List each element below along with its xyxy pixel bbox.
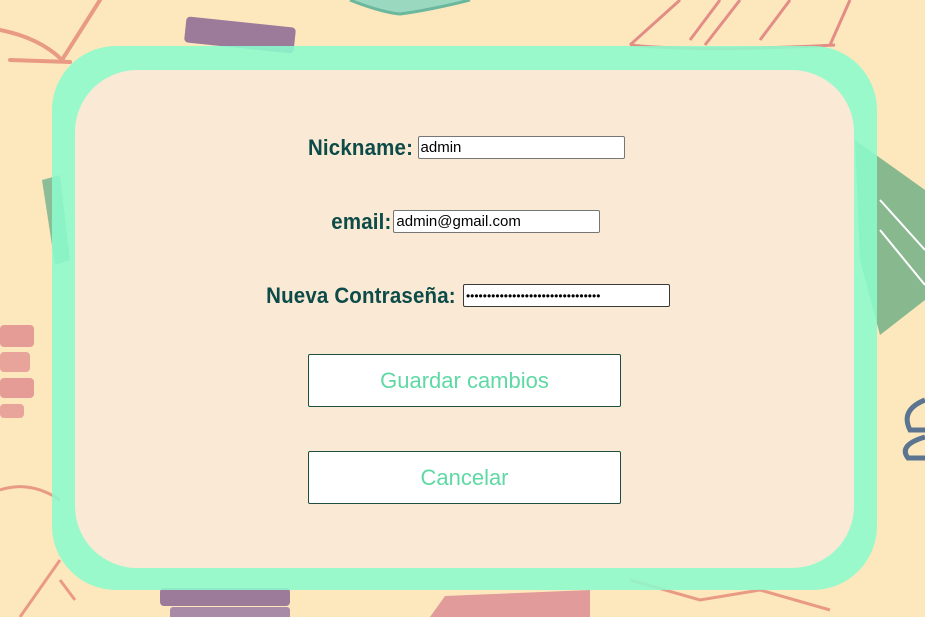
email-row: email: (75, 210, 854, 233)
cancel-button[interactable]: Cancelar (308, 451, 621, 504)
book-icon (430, 590, 590, 617)
book-stack-icon (160, 588, 290, 617)
email-input[interactable] (393, 210, 601, 233)
book-icon (628, 0, 852, 50)
new-password-input[interactable] (462, 284, 670, 307)
book-icon (349, 0, 471, 16)
nickname-input[interactable] (417, 136, 625, 159)
book-stack-icon (902, 397, 925, 461)
new-password-label: Nueva Contraseña: (266, 282, 456, 308)
save-changes-button[interactable]: Guardar cambios (308, 354, 621, 407)
email-label: email: (330, 208, 392, 234)
book-stack-icon (0, 325, 34, 418)
password-row: Nueva Contraseña: (75, 284, 854, 307)
nickname-label: Nickname: (308, 134, 414, 160)
nickname-row: Nickname: (75, 136, 854, 159)
